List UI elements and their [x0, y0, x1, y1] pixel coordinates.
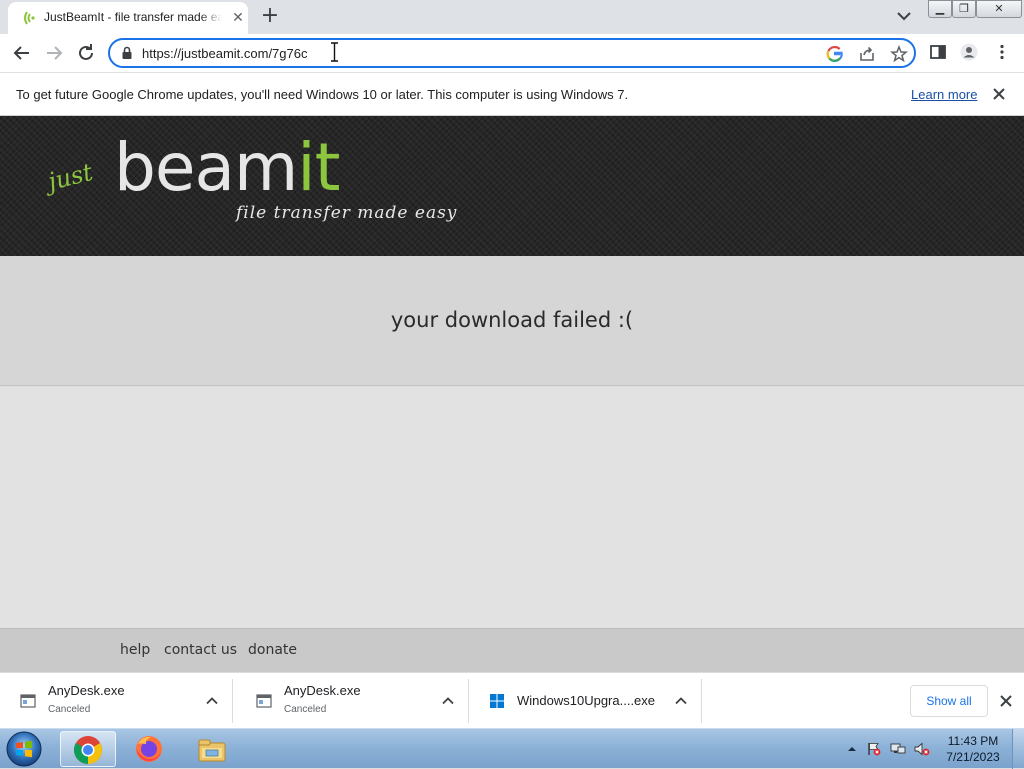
tab-strip: JustBeamIt - file transfer made easy ✕ +…: [0, 0, 1024, 34]
start-button-icon[interactable]: [4, 730, 44, 768]
tab-search-chevron-icon[interactable]: [895, 9, 913, 23]
windows-taskbar: 11:43 PM 7/21/2023: [0, 728, 1024, 769]
profile-avatar-icon[interactable]: [960, 43, 978, 61]
chevron-up-icon[interactable]: [674, 694, 688, 708]
taskbar-app-file-explorer[interactable]: [184, 731, 240, 767]
side-panel-icon[interactable]: [929, 43, 947, 61]
browser-tab[interactable]: JustBeamIt - file transfer made easy ✕: [8, 2, 248, 34]
update-infobar: To get future Google Chrome updates, you…: [0, 72, 1024, 116]
footer-link-help[interactable]: help: [120, 642, 150, 658]
chrome-menu-icon[interactable]: [993, 43, 1011, 61]
reload-icon[interactable]: [74, 41, 98, 65]
exe-file-icon: [20, 694, 36, 708]
taskbar-app-chrome[interactable]: [60, 731, 116, 767]
site-logo[interactable]: beamit: [114, 128, 340, 208]
action-center-flag-icon[interactable]: [866, 742, 882, 756]
file-explorer-icon: [198, 739, 226, 762]
tab-close-icon[interactable]: ✕: [230, 10, 246, 26]
logo-it: it: [297, 129, 340, 206]
download-shelf-close-icon[interactable]: [998, 693, 1014, 709]
download-shelf: AnyDesk.exe Canceled AnyDesk.exe Cancele…: [0, 672, 1024, 728]
infobar-close-icon[interactable]: [990, 85, 1008, 103]
taskbar-clock[interactable]: 11:43 PM 7/21/2023: [938, 733, 1008, 765]
download-filename: AnyDesk.exe: [48, 683, 125, 698]
lock-icon[interactable]: [120, 46, 134, 60]
site-footer: help contact us donate: [0, 628, 1024, 672]
taskbar-app-firefox[interactable]: [122, 731, 178, 767]
download-item[interactable]: Windows10Upgra....exe: [469, 679, 702, 723]
logo-beam: beam: [114, 129, 298, 206]
footer-link-donate[interactable]: donate: [248, 642, 297, 658]
page-content-area: [0, 387, 1024, 628]
network-icon[interactable]: [890, 742, 906, 756]
windows-logo-icon: [490, 694, 504, 708]
clock-time: 11:43 PM: [947, 734, 999, 748]
logo-tagline: file transfer made easy: [236, 203, 458, 223]
justbeamit-favicon-icon: [24, 11, 35, 25]
back-arrow-icon[interactable]: [10, 41, 34, 65]
minimize-button[interactable]: ▁: [928, 0, 952, 18]
infobar-message: To get future Google Chrome updates, you…: [16, 87, 629, 102]
text-cursor-icon: [331, 42, 338, 62]
download-filename: Windows10Upgra....exe: [517, 693, 656, 708]
chevron-up-icon[interactable]: [205, 694, 219, 708]
learn-more-link[interactable]: Learn more: [911, 87, 977, 102]
download-status: Canceled: [284, 704, 327, 715]
share-icon[interactable]: [858, 45, 876, 63]
download-item[interactable]: AnyDesk.exe Canceled: [236, 679, 469, 723]
firefox-icon: [136, 736, 162, 762]
footer-link-contact-us[interactable]: contact us: [164, 642, 237, 658]
new-tab-button[interactable]: +: [259, 5, 281, 28]
chevron-up-icon[interactable]: [441, 694, 455, 708]
window-controls: ▁ ❐ ✕: [926, 0, 1024, 18]
google-lens-icon[interactable]: [826, 45, 844, 63]
exe-file-icon: [256, 694, 272, 708]
download-filename: AnyDesk.exe: [284, 683, 361, 698]
window-close-button[interactable]: ✕: [976, 0, 1022, 18]
download-status-message: your download failed :(: [390, 308, 634, 332]
show-desktop-button[interactable]: [1012, 729, 1024, 769]
show-hidden-icons-arrow-icon[interactable]: [844, 742, 860, 756]
restore-button[interactable]: ❐: [952, 0, 976, 18]
url-text[interactable]: https://justbeamit.com/7g76c: [142, 46, 307, 61]
chrome-icon: [74, 736, 102, 764]
show-all-downloads-button[interactable]: Show all: [910, 685, 988, 717]
forward-arrow-icon[interactable]: [42, 41, 66, 65]
address-bar[interactable]: https://justbeamit.com/7g76c: [108, 38, 916, 68]
download-item[interactable]: AnyDesk.exe Canceled: [0, 679, 233, 723]
bookmark-star-icon[interactable]: [890, 45, 908, 63]
browser-toolbar: https://justbeamit.com/7g76c: [0, 34, 1024, 72]
download-status: Canceled: [48, 704, 91, 715]
tab-title: JustBeamIt - file transfer made easy: [44, 10, 222, 24]
volume-muted-icon[interactable]: [914, 742, 930, 756]
clock-date: 7/21/2023: [946, 750, 1000, 764]
